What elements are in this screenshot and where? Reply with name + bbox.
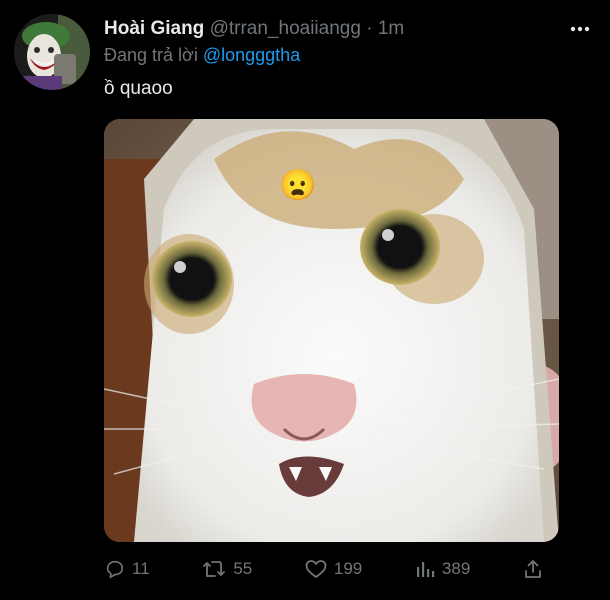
like-count: 199 — [333, 559, 363, 578]
replying-to: Đang trả lời @longggtha — [104, 45, 300, 66]
display-name[interactable]: Hoài Giang — [104, 18, 204, 39]
retweet-count: 55 — [233, 559, 253, 578]
reply-count: 11 — [132, 559, 150, 578]
more-options-button[interactable] — [566, 18, 594, 40]
avatar[interactable] — [14, 14, 90, 90]
tweet-text: ồ quaoo — [104, 78, 173, 99]
tweet-media[interactable]: 😦 — [104, 119, 559, 542]
tweet-card: Hoài Giang @trran_hoaiiangg · 1m Đang tr… — [0, 0, 610, 600]
joker-avatar-image — [14, 14, 90, 90]
reply-icon — [106, 560, 124, 579]
surprised-emoji: 😦 — [279, 168, 316, 202]
share-icon — [525, 560, 541, 578]
heart-icon — [305, 560, 327, 578]
share-button[interactable] — [522, 558, 544, 580]
views-button[interactable]: 389 — [414, 558, 470, 580]
mention-link[interactable]: @longggtha — [203, 45, 300, 65]
retweet-button[interactable]: 55 — [201, 558, 252, 580]
views-count: 389 — [441, 559, 471, 578]
like-button[interactable]: 199 — [304, 558, 362, 580]
header-separator: · — [366, 18, 373, 39]
more-horizontal-icon — [570, 26, 590, 32]
retweet-icon — [203, 561, 226, 577]
tweet-header: Hoài Giang @trran_hoaiiangg · 1m — [104, 18, 404, 40]
reply-button[interactable]: 11 — [104, 558, 150, 580]
user-handle[interactable]: @trran_hoaiiangg — [210, 18, 361, 39]
surprised-cat-photo: 😦 — [104, 119, 559, 542]
tweet-actions: 11 55 199 389 — [104, 556, 544, 582]
tweet-time[interactable]: 1m — [378, 18, 404, 39]
analytics-icon — [416, 562, 435, 577]
replying-to-label: Đang trả lời — [104, 45, 198, 65]
